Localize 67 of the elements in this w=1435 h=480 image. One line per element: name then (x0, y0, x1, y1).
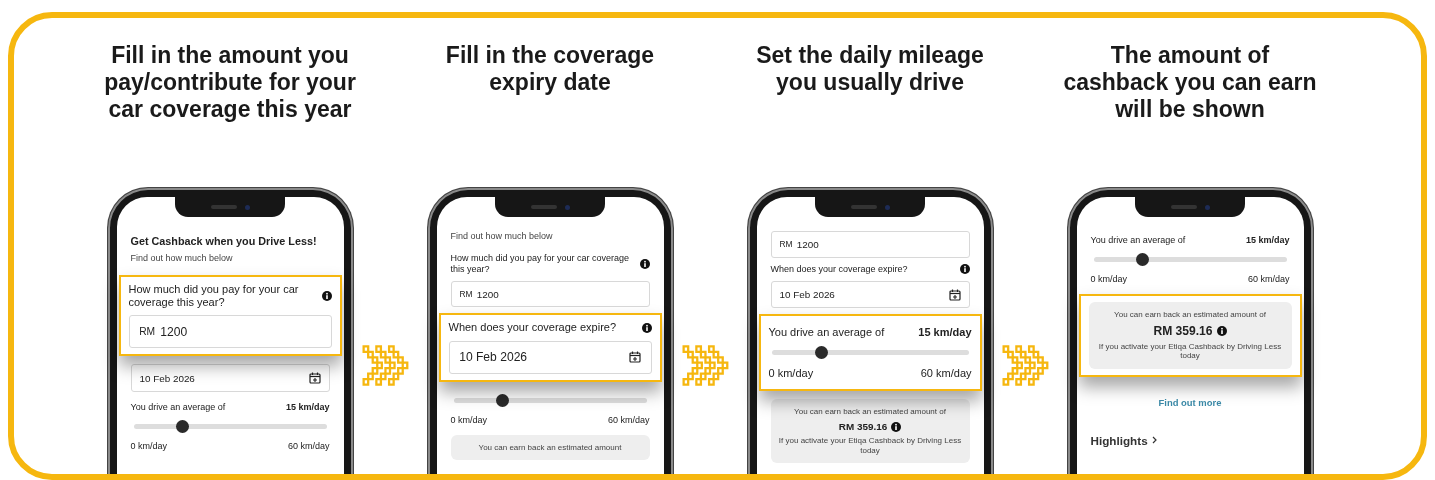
step-heading: Fill in the amount you pay/contribute for your car coverage this year (103, 42, 357, 124)
amount-value: 1200 (160, 324, 189, 339)
section-heading[interactable]: Highlights (1090, 433, 1148, 447)
calendar-icon[interactable] (948, 288, 961, 301)
slider-thumb[interactable] (1135, 253, 1149, 266)
cashback-amount: RM 359.16 (1153, 323, 1213, 338)
result-note: If you activate your Etiqa Cashback by Driving Less today (777, 436, 963, 456)
cashback-amount: RM 359.16 (838, 421, 888, 433)
date-value: 10 Feb 2026 (139, 372, 196, 384)
currency-prefix: RM (779, 239, 793, 250)
info-icon[interactable] (641, 323, 652, 334)
date-field[interactable]: 10 Feb 2026 (130, 364, 330, 393)
slider-thumb[interactable] (814, 346, 828, 360)
find-out-more-link[interactable]: Find out more (1090, 396, 1290, 408)
question-label: How much did you pay for your car coverage this year? (128, 283, 300, 310)
info-icon[interactable] (639, 258, 650, 269)
screen-subtitle: Find out how much below (450, 231, 554, 241)
amount-value: 1200 (476, 288, 500, 300)
calendar-icon[interactable] (628, 351, 641, 364)
calendar-icon[interactable] (308, 372, 321, 385)
date-value: 10 Feb 2026 (459, 350, 529, 365)
screen-subtitle: Find out how much below (130, 253, 234, 263)
amount-field[interactable]: RM 1200 (128, 315, 332, 349)
currency-prefix: RM (139, 326, 156, 338)
slider-label: You drive an average of (130, 402, 226, 413)
slider-max-label: 60 km/day (920, 367, 972, 380)
result-note: If you activate your Etiqa Cashback by Driving Less today (1097, 341, 1283, 361)
screen-title: Get Cashback when you Drive Less! (130, 235, 318, 247)
slider-min-label: 0 km/day (450, 414, 487, 425)
slider-value: 15 km/day (285, 402, 330, 413)
slider-min-label: 0 km/day (768, 367, 814, 380)
date-field[interactable]: 10 Feb 2026 (448, 340, 652, 374)
currency-prefix: RM (459, 289, 473, 299)
slider-max-label: 60 km/day (607, 414, 650, 425)
step-heading: The amount of cashback you can earn will be shown (1062, 42, 1318, 124)
amount-field[interactable]: RM 1200 (450, 280, 650, 308)
step-heading: Set the daily mileage you usually drive (755, 42, 985, 97)
slider-min-label: 0 km/day (130, 441, 167, 452)
slider-thumb[interactable] (175, 420, 189, 434)
slider-label: You drive an average of (1090, 235, 1186, 245)
result-intro: You can earn back an estimated amount (478, 442, 622, 453)
result-intro: You can earn back an estimated amount of (1114, 310, 1266, 320)
slider-label: You drive an average of (768, 326, 885, 339)
slider-max-label: 60 km/day (287, 441, 330, 452)
date-value: 10 Feb 2026 (779, 289, 836, 301)
info-icon[interactable] (321, 291, 332, 302)
step-heading: Fill in the coverage expiry date (444, 42, 656, 97)
camera-dot (564, 204, 570, 210)
slider-max-label: 60 km/day (1247, 274, 1290, 284)
question-label: When does your coverage expire? (770, 263, 908, 275)
slider-value: 15 km/day (1245, 235, 1290, 245)
amount-field[interactable]: RM 1200 (770, 231, 970, 258)
slider-min-label: 0 km/day (1090, 274, 1127, 284)
info-icon[interactable] (1216, 325, 1227, 336)
camera-dot (1204, 204, 1210, 210)
question-label: When does your coverage expire? (448, 321, 617, 335)
camera-dot (244, 204, 250, 210)
chevron-icon[interactable] (1151, 436, 1158, 445)
info-icon[interactable] (891, 421, 902, 432)
camera-dot (884, 204, 890, 210)
amount-value: 1200 (796, 238, 820, 250)
slider-value: 15 km/day (918, 326, 972, 339)
date-field[interactable]: 10 Feb 2026 (770, 280, 970, 309)
result-intro: You can earn back an estimated amount of (794, 407, 946, 418)
question-label: How much did you pay for your car coverage this year? (450, 253, 631, 275)
slider-thumb[interactable] (495, 393, 509, 407)
info-icon[interactable] (959, 264, 970, 275)
